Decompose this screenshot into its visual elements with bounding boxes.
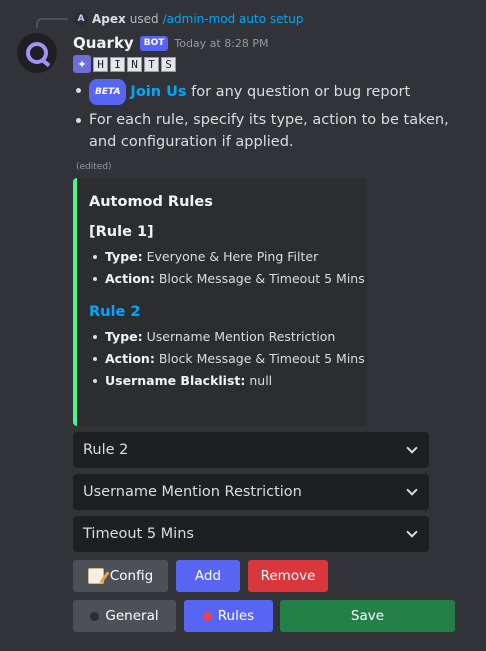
add-button[interactable]: Add <box>176 560 240 592</box>
red-circle-icon <box>202 611 212 621</box>
rule-1-type: Type: Everyone & Here Ping Filter <box>89 246 355 268</box>
rule-2-blacklist: Username Blacklist: null <box>89 370 355 392</box>
author-name[interactable]: Quarky <box>73 34 134 52</box>
remove-button[interactable]: Remove <box>248 560 328 592</box>
black-circle-icon <box>90 611 100 621</box>
apex-avatar-icon: A <box>74 12 88 26</box>
save-button[interactable]: Save <box>280 600 455 632</box>
reply-verb: used <box>129 12 159 26</box>
embed-title: Automod Rules <box>89 194 213 210</box>
chevron-down-icon <box>406 484 418 496</box>
config-button[interactable]: Config <box>73 560 168 592</box>
bot-tag: BOT <box>139 35 169 51</box>
general-button[interactable]: General <box>73 600 176 632</box>
rule-1-heading: [Rule 1] <box>89 224 154 240</box>
instruction-bullet: For each rule, specify its type, action … <box>73 109 473 153</box>
save-label: Save <box>350 608 385 624</box>
rule-1-action: Action: Block Message & Timeout 5 Mins <box>89 268 365 290</box>
lightbulb-icon: ✦ <box>73 55 91 73</box>
rule-type-select[interactable]: Username Mention Restriction <box>73 474 429 510</box>
edited-label: (edited) <box>76 162 112 172</box>
config-label: Config <box>109 568 154 584</box>
remove-label: Remove <box>260 568 316 584</box>
message-bullets: BETA Join Us for any question or bug repo… <box>73 79 473 157</box>
rule-select[interactable]: Rule 2 <box>73 432 429 468</box>
hint-letter: H <box>93 56 108 72</box>
hint-letter: T <box>144 56 159 72</box>
quarky-logo-icon <box>26 42 48 64</box>
action-select-value: Timeout 5 Mins <box>83 526 194 542</box>
message-header: Quarky BOT Today at 8:28 PM <box>73 33 269 53</box>
automod-embed: Automod Rules [Rule 1] Type: Everyone & … <box>73 178 367 426</box>
beta-badge: BETA <box>89 79 127 105</box>
message-timestamp: Today at 8:28 PM <box>174 36 269 50</box>
rule-select-value: Rule 2 <box>83 442 129 458</box>
join-text: for any question or bug report <box>186 84 411 100</box>
join-us-link[interactable]: Join Us <box>130 84 186 100</box>
quarky-avatar[interactable] <box>17 33 57 73</box>
rule-type-select-value: Username Mention Restriction <box>83 484 302 500</box>
rules-button[interactable]: Rules <box>184 600 273 632</box>
reply-username[interactable]: Apex <box>92 12 126 26</box>
hint-letter: S <box>161 56 176 72</box>
memo-icon <box>87 568 104 584</box>
rule-2-heading: Rule 2 <box>89 304 141 320</box>
reply-connector <box>36 18 68 28</box>
rules-label: Rules <box>217 608 255 624</box>
rule-1-details: Type: Everyone & Here Ping Filter Action… <box>89 246 365 290</box>
hint-letter: I <box>110 56 125 72</box>
general-label: General <box>105 608 159 624</box>
rule-2-details: Type: Username Mention Restriction Actio… <box>89 326 365 392</box>
action-select[interactable]: Timeout 5 Mins <box>73 516 429 552</box>
reply-context[interactable]: A Apex used /admin-mod auto setup <box>74 11 303 27</box>
reply-command[interactable]: /admin-mod auto setup <box>163 12 304 26</box>
add-label: Add <box>194 568 222 584</box>
chevron-down-icon <box>406 442 418 454</box>
hints-emoji-row: ✦ H I N T S <box>73 55 176 73</box>
join-bullet: BETA Join Us for any question or bug repo… <box>73 79 473 105</box>
chevron-down-icon <box>406 526 418 538</box>
rule-2-action: Action: Block Message & Timeout 5 Mins <box>89 348 365 370</box>
hint-letter: N <box>127 56 142 72</box>
rule-2-type: Type: Username Mention Restriction <box>89 326 355 348</box>
